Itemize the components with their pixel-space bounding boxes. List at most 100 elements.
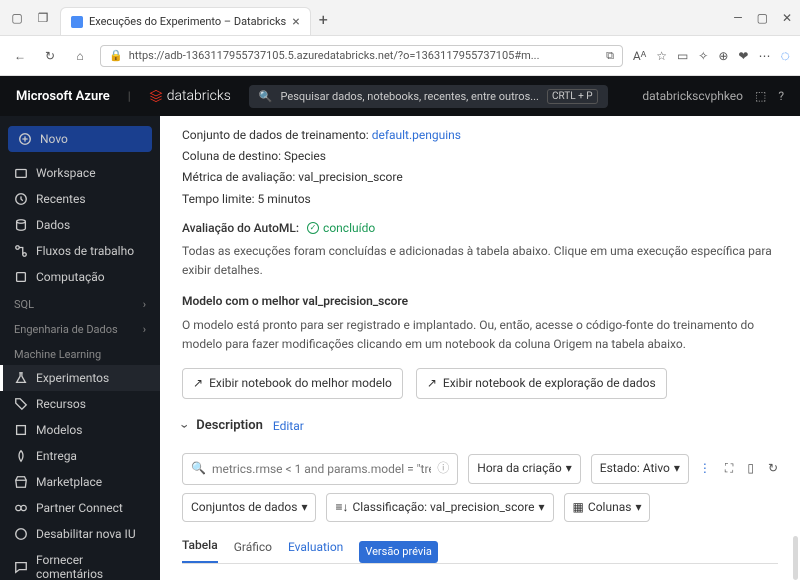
sidebar-item-disable[interactable]: Desabilitar nova IU (0, 521, 160, 547)
compute-icon (14, 270, 28, 284)
bing-icon[interactable]: ◌ (780, 46, 790, 66)
sidebar-item-recentes[interactable]: Recentes (0, 186, 160, 212)
copy-icon[interactable]: ⧉ (606, 49, 614, 63)
columns-icon: ▦ (573, 498, 584, 517)
filter-time[interactable]: Hora da criação ▾ (468, 454, 581, 483)
maximize-icon[interactable]: ▢ (757, 11, 768, 25)
tag-icon (14, 397, 28, 411)
chevron-down-icon: ▾ (301, 498, 307, 517)
main-content: Conjunto de dados de treinamento: defaul… (160, 116, 800, 580)
sidebar-item-workspace[interactable]: Workspace (0, 160, 160, 186)
star-icon[interactable]: ☆ (656, 49, 667, 63)
store-icon (14, 475, 28, 489)
back-icon[interactable]: ← (10, 46, 30, 66)
search-icon: 🔍 (259, 90, 273, 103)
panel-icon[interactable]: ▯ (747, 459, 754, 478)
sidebar-item-entrega[interactable]: Entrega (0, 443, 160, 469)
more-icon[interactable]: ⋯ (758, 49, 770, 63)
help-icon[interactable]: ? (778, 89, 784, 103)
sidebar-section-eng[interactable]: Engenharia de Dados› (0, 315, 160, 340)
sidebar-section-ml: Machine Learning (0, 340, 160, 365)
url-bar[interactable]: 🔒 https://adb-1363117955737105.5.azureda… (100, 45, 623, 67)
scrollbar[interactable] (793, 536, 798, 580)
meta-target: Coluna de destino: Species (182, 147, 778, 166)
collections-icon[interactable]: ⊕ (718, 49, 728, 63)
sidebar-item-dados[interactable]: Dados (0, 212, 160, 238)
sidebar-item-compute[interactable]: Computação (0, 264, 160, 290)
tab-evaluation[interactable]: Evaluation (288, 538, 343, 563)
sidebar-item-fluxos[interactable]: Fluxos de trabalho (0, 238, 160, 264)
model-icon (14, 423, 28, 437)
refresh-icon[interactable]: ↻ (40, 46, 60, 66)
text-size-icon[interactable]: Aᴬ (633, 49, 646, 63)
automl-desc: Todas as execuções foram concluídas e ad… (182, 242, 778, 280)
lock-icon: 🔒 (109, 49, 123, 62)
filter-datasets[interactable]: Conjuntos de dados ▾ (182, 493, 316, 522)
meta-metric: Métrica de avaliação: val_precision_scor… (182, 168, 778, 187)
filter-state[interactable]: Estado: Ativo ▾ (591, 454, 689, 483)
shield-icon: ▢ (8, 9, 26, 27)
open-icon: ↗ (427, 374, 437, 393)
search-placeholder: Pesquisar dados, notebooks, recentes, en… (281, 90, 539, 103)
gift-icon[interactable]: ⬚ (755, 89, 766, 103)
safety-icon[interactable]: ❤ (738, 49, 748, 63)
filter-columns[interactable]: ▦ Colunas ▾ (564, 493, 651, 522)
check-icon: ✓ (307, 222, 319, 234)
expand-icon[interactable]: ⛶ (725, 459, 733, 478)
sidebar-item-marketplace[interactable]: Marketplace (0, 469, 160, 495)
clock-icon (14, 192, 28, 206)
toggle-icon (14, 527, 28, 541)
rocket-icon (14, 449, 28, 463)
info-icon[interactable]: ⓘ (437, 459, 449, 478)
browser-tab[interactable]: Execuções do Experimento – Databricks × (60, 7, 311, 35)
new-tab-button[interactable]: + (319, 10, 328, 29)
minimize-icon[interactable]: — (733, 11, 742, 25)
sidebar-item-recursos[interactable]: Recursos (0, 391, 160, 417)
filter-sort[interactable]: ≡↓ Classificação: val_precision_score ▾ (326, 493, 553, 522)
open-icon: ↗ (193, 374, 203, 393)
chevron-right-icon[interactable]: › (173, 424, 195, 428)
close-icon[interactable]: × (292, 14, 299, 30)
runs-table: 👁 Nome da execução Criado em Conjunto de… (182, 576, 778, 580)
databricks-brand: databricks (149, 88, 231, 104)
best-notebook-button[interactable]: ↗Exibir notebook do melhor modelo (182, 368, 403, 399)
favicon-icon (71, 16, 83, 28)
best-model-desc: O modelo está pronto para ser registrado… (182, 316, 778, 354)
sidebar: Novo Workspace Recentes Dados Fluxos de … (0, 116, 160, 580)
global-search[interactable]: 🔍 Pesquisar dados, notebooks, recentes, … (249, 85, 608, 108)
plus-icon (18, 132, 32, 146)
account-name[interactable]: databrickscvphkeo (642, 89, 743, 103)
favorites-icon[interactable]: ✧ (698, 49, 708, 63)
tab-title: Execuções do Experimento – Databricks (89, 15, 286, 28)
folder-icon (14, 166, 28, 180)
sidebar-item-modelos[interactable]: Modelos (0, 417, 160, 443)
edit-link[interactable]: Editar (273, 417, 304, 436)
tabs-icon[interactable]: ❐ (34, 9, 52, 27)
refresh-icon[interactable]: ↻ (768, 459, 778, 478)
chevron-down-icon: ▾ (566, 459, 572, 478)
train-dataset-link[interactable]: default.penguins (372, 128, 461, 142)
workflow-icon (14, 244, 28, 258)
reading-icon[interactable]: ▭ (677, 49, 688, 63)
tab-table[interactable]: Tabela (182, 536, 218, 563)
filter-field[interactable] (212, 462, 431, 476)
sidebar-new-button[interactable]: Novo (8, 126, 152, 152)
more-icon[interactable]: ⋮ (699, 459, 711, 478)
explore-notebook-button[interactable]: ↗Exibir notebook de exploração de dados (416, 368, 667, 399)
filter-input[interactable]: 🔍 ⓘ (182, 453, 458, 484)
sidebar-section-sql[interactable]: SQL› (0, 290, 160, 315)
close-window-icon[interactable]: ✕ (782, 11, 792, 25)
sidebar-item-feedback[interactable]: Fornecer comentários (0, 547, 160, 580)
meta-timeout: Tempo limite: 5 minutos (182, 190, 778, 209)
meta-train: Conjunto de dados de treinamento: defaul… (182, 126, 778, 145)
chevron-down-icon: ▾ (539, 498, 545, 517)
sidebar-item-partner[interactable]: Partner Connect (0, 495, 160, 521)
best-model-title: Modelo com o melhor val_precision_score (182, 292, 778, 311)
tab-chart[interactable]: Gráfico (234, 538, 272, 563)
partner-icon (14, 501, 28, 515)
shortcut-hint: CRTL + P (547, 89, 598, 104)
sidebar-item-experimentos[interactable]: Experimentos (0, 365, 160, 391)
search-icon: 🔍 (191, 459, 206, 478)
flask-icon (14, 371, 28, 385)
home-icon[interactable]: ⌂ (70, 46, 90, 66)
